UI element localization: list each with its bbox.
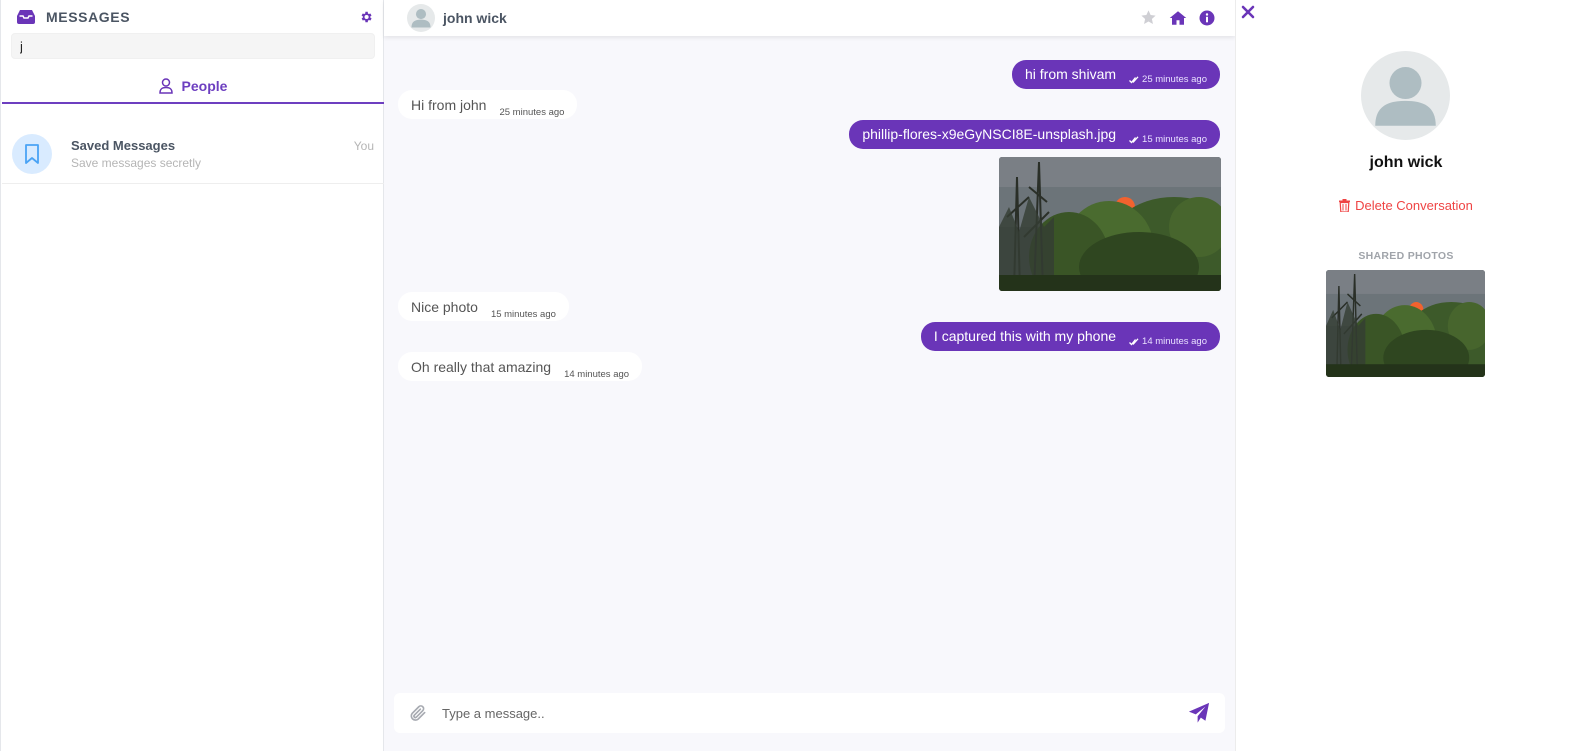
message-time: 25 minutes ago: [1129, 75, 1207, 85]
avatar[interactable]: [407, 4, 435, 32]
send-icon[interactable]: [1188, 702, 1210, 729]
message-text: Oh really that amazing: [411, 359, 552, 375]
contact-name: john wick: [443, 10, 507, 26]
close-icon[interactable]: [1241, 5, 1255, 24]
sidebar-header: MESSAGES: [17, 7, 373, 27]
person-icon: [1361, 51, 1450, 140]
message-incoming: Hi from john 25 minutes ago: [398, 90, 578, 119]
message-incoming: Oh really that amazing 14 minutes ago: [398, 352, 643, 381]
home-icon[interactable]: [1169, 10, 1187, 26]
chat-header: john wick: [384, 0, 1235, 36]
double-check-icon: [1129, 338, 1139, 346]
message-time-label: 14 minutes ago: [1142, 336, 1207, 348]
message-outgoing[interactable]: phillip-flores-x9eGyNSCI8E-unsplash.jpg …: [849, 120, 1220, 149]
saved-messages-avatar: [12, 134, 52, 174]
message-text: phillip-flores-x9eGyNSCI8E-unsplash.jpg: [862, 126, 1117, 142]
tab-people-label: People: [181, 78, 228, 94]
message-image[interactable]: [999, 157, 1221, 291]
info-contact-name: john wick: [1369, 154, 1443, 171]
message-outgoing: I captured this with my phone 14 minutes…: [920, 322, 1220, 351]
message-time: 15 minutes ago: [490, 309, 556, 320]
message-text: I captured this with my phone: [933, 328, 1117, 344]
message-time: 14 minutes ago: [564, 369, 630, 380]
message-time: 15 minutes ago: [1129, 135, 1207, 145]
message-outgoing: hi from shivam 25 minutes ago: [1012, 60, 1220, 89]
avatar: [1361, 51, 1450, 140]
list-item-subtitle: Save messages secretly: [71, 156, 202, 170]
bookmark-icon: [24, 144, 40, 164]
search-input[interactable]: [11, 33, 375, 59]
trash-icon: [1339, 199, 1351, 212]
message-time: 14 minutes ago: [1129, 337, 1207, 347]
person-icon: [407, 4, 435, 32]
header-actions: [1140, 9, 1215, 26]
message-input[interactable]: [442, 702, 1142, 724]
app-root: MESSAGES People Saved Messages Save mess…: [0, 0, 1592, 751]
message-composer: [394, 693, 1225, 733]
list-item[interactable]: Saved Messages Save messages secretly Yo…: [2, 123, 384, 184]
message-incoming: Nice photo 15 minutes ago: [398, 292, 569, 321]
paperclip-icon[interactable]: [408, 703, 428, 728]
chat-panel: john wick hi from shivam 25 minutes ago: [384, 0, 1235, 751]
delete-conversation-button[interactable]: Delete Conversation: [1236, 198, 1576, 213]
gear-icon[interactable]: [359, 10, 373, 24]
info-icon[interactable]: [1199, 10, 1215, 26]
sidebar: MESSAGES People Saved Messages Save mess…: [0, 0, 384, 751]
shared-photo[interactable]: [1326, 270, 1485, 377]
message-time: 25 minutes ago: [499, 107, 565, 118]
sidebar-title: MESSAGES: [46, 9, 131, 25]
list-item-name: Saved Messages: [71, 138, 176, 153]
message-text: Hi from john: [411, 97, 487, 113]
inbox-icon: [17, 10, 35, 24]
double-check-icon: [1129, 136, 1139, 144]
delete-conversation-label: Delete Conversation: [1355, 198, 1473, 213]
message-time-label: 15 minutes ago: [1142, 134, 1207, 146]
sidebar-tabs: People: [2, 70, 384, 104]
double-check-icon: [1129, 76, 1139, 84]
message-time-label: 25 minutes ago: [1142, 74, 1207, 86]
list-item-meta: You: [353, 139, 374, 153]
message-text: hi from shivam: [1025, 66, 1117, 82]
user-icon: [158, 78, 173, 94]
tab-people[interactable]: People: [158, 78, 228, 94]
shared-photos-title: SHARED PHOTOS: [1358, 250, 1454, 262]
info-panel: john wick Delete Conversation SHARED PHO…: [1235, 0, 1592, 751]
star-icon[interactable]: [1140, 9, 1157, 26]
message-text: Nice photo: [411, 299, 478, 315]
